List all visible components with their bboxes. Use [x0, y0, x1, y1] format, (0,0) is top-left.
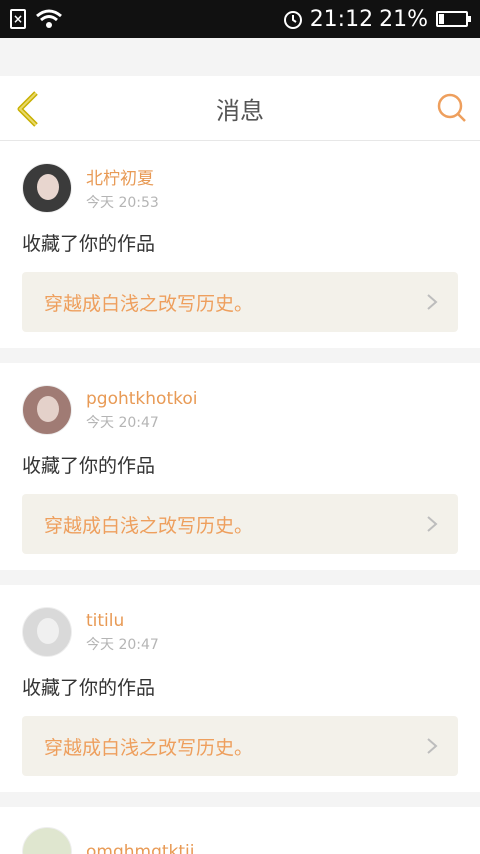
- avatar[interactable]: [22, 163, 72, 213]
- message-header: titilu 今天 20:47: [22, 607, 458, 657]
- work-title: 穿越成白浅之改写历史。: [44, 736, 254, 759]
- battery-icon: [436, 11, 471, 27]
- message-action: 收藏了你的作品: [22, 677, 156, 699]
- search-button[interactable]: [436, 92, 468, 124]
- chevron-right-icon: [427, 516, 438, 532]
- page-title: 消息: [216, 96, 264, 125]
- work-title: 穿越成白浅之改写历史。: [44, 514, 254, 537]
- work-link[interactable]: 穿越成白浅之改写历史。: [22, 494, 458, 554]
- message-time: 今天 20:47: [86, 414, 159, 431]
- message-meta: omghmgtktii: [86, 842, 195, 854]
- work-title: 穿越成白浅之改写历史。: [44, 292, 254, 315]
- clock-time: 21:12: [309, 6, 374, 32]
- work-link[interactable]: 穿越成白浅之改写历史。: [22, 716, 458, 776]
- message-card: 北柠初夏 今天 20:53 收藏了你的作品 穿越成白浅之改写历史。: [0, 141, 480, 348]
- message-card: pgohtkhotkoi 今天 20:47 收藏了你的作品 穿越成白浅之改写历史…: [0, 363, 480, 570]
- message-meta: 北柠初夏 今天 20:53: [86, 164, 159, 212]
- username[interactable]: pgohtkhotkoi: [86, 389, 197, 409]
- avatar[interactable]: [22, 385, 72, 435]
- message-action: 收藏了你的作品: [22, 233, 156, 255]
- message-header: 北柠初夏 今天 20:53: [22, 163, 458, 213]
- status-left: ×: [10, 8, 64, 30]
- wifi-icon: [36, 9, 62, 28]
- username[interactable]: 北柠初夏: [86, 164, 159, 189]
- username[interactable]: titilu: [86, 611, 159, 631]
- chevron-right-icon: [427, 738, 438, 754]
- alarm-icon: [283, 11, 302, 29]
- avatar[interactable]: [22, 827, 72, 854]
- message-header: omghmgtktii: [22, 827, 458, 854]
- message-meta: titilu 今天 20:47: [86, 611, 159, 654]
- top-spacer: [0, 38, 480, 76]
- message-time: 今天 20:53: [86, 195, 159, 211]
- message-card: omghmgtktii: [0, 807, 480, 854]
- chevron-right-icon: [427, 294, 438, 310]
- status-bar: × 21:12 21%: [0, 0, 480, 38]
- message-action: 收藏了你的作品: [22, 455, 156, 477]
- username[interactable]: omghmgtktii: [86, 842, 195, 854]
- battery-percent: 21%: [379, 6, 428, 32]
- message-time: 今天 20:47: [86, 636, 159, 653]
- message-meta: pgohtkhotkoi 今天 20:47: [86, 389, 197, 432]
- avatar[interactable]: [22, 607, 72, 657]
- sim-alert-icon: ×: [10, 9, 26, 29]
- work-link[interactable]: 穿越成白浅之改写历史。: [22, 272, 458, 332]
- message-header: pgohtkhotkoi 今天 20:47: [22, 385, 458, 435]
- back-button[interactable]: [14, 90, 44, 128]
- message-card: titilu 今天 20:47 收藏了你的作品 穿越成白浅之改写历史。: [0, 585, 480, 792]
- header: 消息: [0, 76, 480, 141]
- status-right: 21:12 21%: [282, 6, 471, 32]
